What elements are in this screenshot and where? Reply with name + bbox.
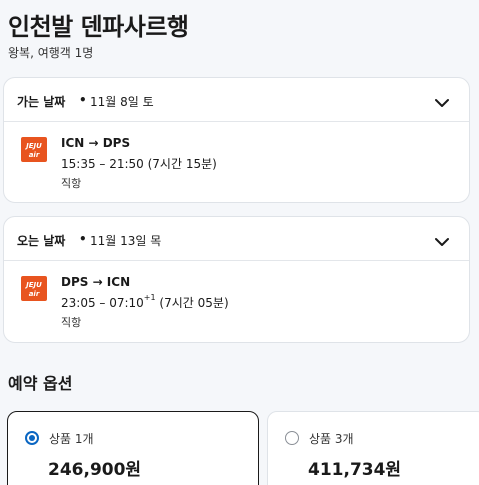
chevron-down-icon[interactable] <box>435 93 449 107</box>
radio-unselected[interactable] <box>285 431 299 445</box>
jeju-air-logo: JEJU air <box>21 276 47 301</box>
chevron-down-icon[interactable] <box>435 232 449 246</box>
option-price: 411,734원 <box>308 460 402 480</box>
booking-options-title: 예약 옵션 <box>8 374 73 393</box>
svg-text:JEJU: JEJU <box>24 281 42 289</box>
outbound-label: 가는 날짜 <box>17 95 66 109</box>
option-label: 상품 1개 <box>49 432 94 446</box>
outbound-header[interactable]: 가는 날짜 • 11월 8일 토 <box>4 78 469 122</box>
svg-text:air: air <box>29 151 40 159</box>
page-title: 인천발 덴파사르행 <box>8 13 189 41</box>
inbound-duration: (7시간 05분) <box>159 296 229 310</box>
svg-text:JEJU: JEJU <box>24 142 42 150</box>
trip-summary: 왕복, 여행객 1명 <box>8 46 94 60</box>
inbound-header[interactable]: 오는 날짜 • 11월 13일 목 <box>4 217 469 261</box>
separator-dot: • <box>79 93 87 107</box>
inbound-route: DPS → ICN <box>61 275 131 289</box>
jeju-air-logo: JEJU air <box>21 137 47 162</box>
option-price: 246,900원 <box>48 460 142 480</box>
inbound-label: 오는 날짜 <box>17 234 66 248</box>
radio-selected[interactable] <box>25 431 39 445</box>
outbound-flight-card: 가는 날짜 • 11월 8일 토 JEJU air ICN → DPS 15:3… <box>3 77 470 203</box>
next-day-marker: +1 <box>143 293 156 302</box>
outbound-stops: 직항 <box>61 177 82 190</box>
inbound-flight-card: 오는 날짜 • 11월 13일 목 JEJU air DPS → ICN 23:… <box>3 216 470 343</box>
booking-option-2[interactable]: 상품 3개 411,734원 <box>267 411 479 485</box>
outbound-route: ICN → DPS <box>61 136 131 150</box>
inbound-depart-arrive: 23:05 – 07:10 <box>61 296 144 310</box>
inbound-times: 23:05 – 07:10+1 (7시간 05분) <box>61 293 229 311</box>
inbound-date: 11월 13일 목 <box>90 234 162 248</box>
outbound-date: 11월 8일 토 <box>90 95 154 109</box>
svg-text:air: air <box>29 290 40 298</box>
separator-dot: • <box>79 232 87 246</box>
option-label: 상품 3개 <box>309 432 354 446</box>
inbound-stops: 직항 <box>61 316 82 329</box>
outbound-times: 15:35 – 21:50 (7시간 15분) <box>61 157 217 171</box>
booking-option-1[interactable]: 상품 1개 246,900원 <box>7 411 259 485</box>
